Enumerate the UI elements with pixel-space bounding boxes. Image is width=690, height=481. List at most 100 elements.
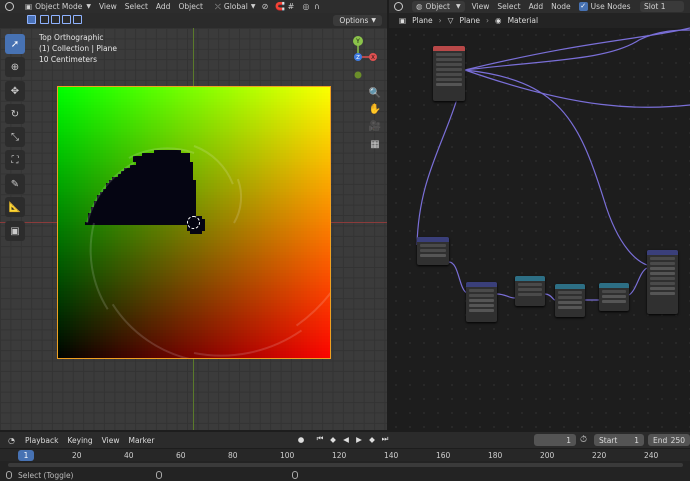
node-link [628, 267, 648, 296]
transform-tool[interactable]: ⛶ [5, 150, 25, 170]
snap-icon[interactable]: 🧲 [274, 1, 285, 12]
next-keyframe-icon[interactable]: ◆ [367, 434, 377, 444]
node-link [464, 69, 648, 266]
jump-end-icon[interactable]: ⏭ [380, 434, 390, 444]
prev-keyframe-icon[interactable]: ◆ [328, 434, 338, 444]
play-reverse-icon[interactable]: ◀ [341, 434, 351, 444]
shader-node-editor[interactable]: ◍ Object ▼ View Select Add Node ✓ Use No… [389, 0, 690, 430]
node-link [464, 29, 690, 71]
grid-scale-text: 10 Centimeters [39, 55, 98, 64]
interaction-mode-label: Object Mode [35, 2, 83, 11]
select-mode-invert-icon[interactable] [62, 15, 71, 24]
menu-view[interactable]: View [95, 1, 121, 12]
playhead-frame-indicator[interactable]: 1 [18, 450, 34, 461]
ruler-tick-label: 140 [384, 451, 399, 460]
select-mode-new-icon[interactable] [27, 15, 36, 24]
select-mode-intersect-icon[interactable] [73, 15, 82, 24]
annotate-tool[interactable]: ✎ [5, 174, 25, 194]
select-mode-subtract-icon[interactable] [51, 15, 60, 24]
ruler-tick-label: 180 [488, 451, 503, 460]
current-frame-value: 1 [566, 435, 571, 445]
chevron-down-icon: ▼ [86, 3, 91, 10]
transform-icon: ⛶ [11, 154, 19, 166]
texture-coordinate-node[interactable] [433, 46, 465, 101]
rotate-tool[interactable]: ↻ [5, 104, 25, 124]
record-icon[interactable]: ● [296, 434, 306, 444]
hand-pan-icon[interactable]: ✋ [368, 102, 382, 116]
separate-node[interactable] [515, 276, 545, 306]
scale-tool[interactable]: ⤡ [5, 127, 25, 147]
select-box-tool[interactable]: ➚ [5, 34, 25, 54]
3d-viewport[interactable]: ▣ Object Mode ▼ View Select Add Object ⤬… [0, 0, 387, 430]
transform-orientation-dropdown[interactable]: ⤬ Global ▼ [211, 1, 260, 12]
3d-cursor-icon[interactable] [187, 216, 200, 229]
editor-type-icon[interactable]: ◔ [6, 435, 17, 446]
ruler-tick-label: 120 [332, 451, 347, 460]
pencil-icon: ✎ [10, 178, 20, 190]
ruler-tick-label: 60 [176, 451, 186, 460]
start-frame-field[interactable]: Start 1 [594, 434, 644, 446]
end-value: 250 [670, 435, 685, 445]
object-mode-icon: ▣ [25, 2, 33, 11]
cursor-arrow-icon: ➚ [10, 38, 20, 50]
ruler-tick-label: 220 [592, 451, 607, 460]
proportional-edit-icon[interactable]: ◎ [300, 1, 311, 12]
timeline-scrollbar[interactable] [8, 463, 683, 467]
ruler-tick-label: 160 [436, 451, 451, 460]
combine-node[interactable] [599, 283, 629, 311]
editor-type-icon[interactable] [4, 1, 15, 12]
current-frame-field[interactable]: 1 [534, 434, 576, 446]
cursor-tool[interactable]: ⊕ [5, 57, 25, 77]
material-output-node[interactable] [647, 250, 678, 314]
menu-playback[interactable]: Playback [25, 436, 58, 445]
options-dropdown[interactable]: Options ▼ [333, 15, 382, 26]
menu-keying[interactable]: Keying [67, 436, 92, 445]
menu-select[interactable]: Select [121, 1, 152, 12]
add-cube-tool[interactable]: ▣ [5, 221, 25, 241]
vector-math-node[interactable] [466, 282, 497, 322]
move-icon: ✥ [10, 85, 20, 97]
menu-object[interactable]: Object [174, 1, 206, 12]
timeline-ruler[interactable]: 20 40 60 80 100 120 140 160 180 200 220 240 [0, 449, 690, 461]
navigation-gizmo[interactable]: Y X Z [345, 35, 377, 81]
jump-start-icon[interactable]: ⏮ [315, 434, 325, 444]
rotate-icon: ↻ [10, 108, 20, 120]
gizmo-x-label: X [371, 55, 375, 61]
node-link [448, 261, 468, 294]
start-value: 1 [634, 435, 639, 445]
crosshair-icon: ⊕ [10, 61, 20, 73]
measure-tool[interactable]: 📐 [5, 197, 25, 217]
math-node[interactable] [417, 237, 449, 265]
select-mode-extend-icon[interactable] [40, 15, 49, 24]
status-hint: Select (Toggle) [18, 470, 74, 480]
play-icon[interactable]: ▶ [354, 434, 364, 444]
tool-shelf: ➚ ⊕ ✥ ↻ ⤡ ⛶ ✎ 📐 ▣ [5, 34, 27, 244]
move-tool[interactable]: ✥ [5, 81, 25, 101]
zoom-icon[interactable]: 🔍 [368, 86, 382, 100]
snap-increment-icon[interactable]: # [285, 1, 296, 12]
ruler-tick-label: 240 [644, 451, 659, 460]
modulo-node[interactable] [555, 284, 585, 317]
end-frame-field[interactable]: End 250 [648, 434, 690, 446]
transform-orientation-label: Global [223, 2, 248, 11]
gizmo-neg-y-icon[interactable] [354, 71, 362, 79]
ruler-tick-label: 40 [124, 451, 134, 460]
pivot-point-icon[interactable]: ⊘ [259, 1, 270, 12]
ruler-icon: 📐 [8, 201, 22, 213]
chevron-down-icon: ▼ [371, 17, 376, 24]
blender-window: ▣ Object Mode ▼ View Select Add Object ⤬… [0, 0, 690, 481]
node-link [544, 293, 556, 301]
ruler-tick-label: 80 [228, 451, 238, 460]
menu-add[interactable]: Add [152, 1, 175, 12]
menu-marker[interactable]: Marker [128, 436, 154, 445]
chevron-down-icon: ▼ [250, 3, 256, 10]
clock-icon[interactable]: ⏱ [580, 435, 587, 445]
interaction-mode-dropdown[interactable]: ▣ Object Mode ▼ [15, 1, 95, 12]
active-object-text: (1) Collection | Plane [39, 44, 117, 53]
mouse-left-icon [6, 471, 12, 479]
ruler-tick-label: 20 [72, 451, 82, 460]
falloff-curve-icon[interactable]: ∩ [311, 1, 322, 12]
camera-icon[interactable]: 🎥 [368, 119, 382, 133]
grid-ortho-icon[interactable]: ▦ [368, 137, 382, 151]
menu-view[interactable]: View [102, 436, 120, 445]
